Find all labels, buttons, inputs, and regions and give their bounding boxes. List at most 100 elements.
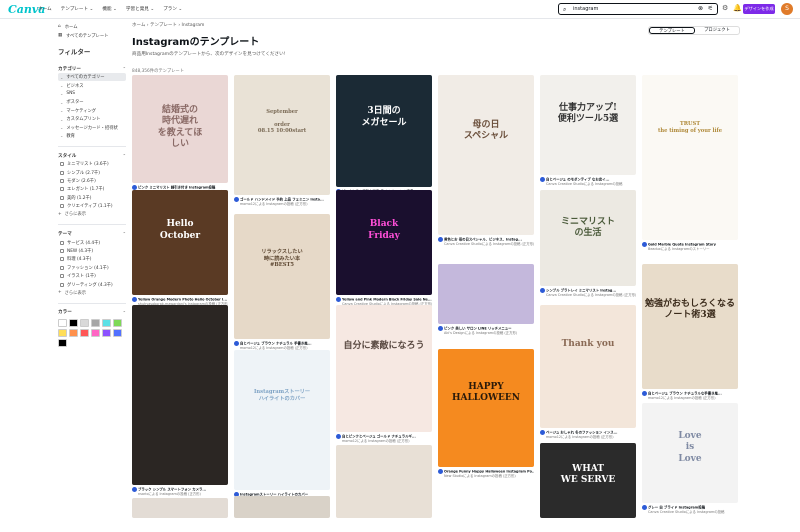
template-card[interactable]: Thank you ベージュ おしゃれ 冬のファッション インス... momo12… [540, 305, 636, 442]
color-section-header[interactable]: カラー ⌃ [58, 308, 126, 317]
nav-home[interactable]: ホーム [38, 6, 52, 12]
template-thumbnail[interactable]: TRUST the timing of your life [642, 75, 738, 240]
color-swatch[interactable] [58, 328, 67, 337]
filter-option[interactable]: クリエイティブ (1.1千) [58, 202, 126, 210]
sidebar-home[interactable]: ⌂ ホーム [58, 22, 126, 31]
nav-learn[interactable]: 学習と発見 ⌄ [126, 6, 154, 12]
filter-option[interactable]: モダン (2.6千) [58, 177, 126, 185]
template-card[interactable]: 勉強がおもしろくなる ノート術3選 白とベージュ ブラウン ナチュラルな手書き風.… [642, 264, 738, 403]
filter-option[interactable]: ファッション (4.1千) [58, 264, 126, 272]
filter-option[interactable]: サービス (4.4千) [58, 238, 126, 246]
template-thumbnail[interactable]: 3日間の メガセール [336, 75, 432, 187]
filter-option[interactable]: 料理 (4.3千) [58, 255, 126, 263]
template-card[interactable]: Love is Love グレー 白 ブライド Instagram投稿 Canva … [642, 403, 738, 517]
color-swatch[interactable] [58, 338, 67, 347]
template-card[interactable]: ピンク 美しい サロン LINE リッチメニュー Aki's Designによる … [438, 264, 534, 338]
filter-option[interactable]: ⌄ すべてのカテゴリー [58, 73, 126, 82]
template-card[interactable] [132, 498, 228, 532]
filter-option[interactable]: NEW (4.3千) [58, 247, 126, 255]
template-thumbnail[interactable]: September order 08.15 10:00start [234, 75, 330, 195]
template-thumbnail[interactable]: 母の日 スペシャル [438, 75, 534, 235]
template-thumbnail[interactable]: 仕事力アップ! 便利ツール5選 [540, 75, 636, 175]
template-card[interactable]: 母の日 スペシャル 黄色とお 母の日スペシャル、ビジネス、Instag... Can… [438, 75, 534, 249]
color-swatch[interactable] [113, 318, 122, 327]
color-swatch[interactable] [91, 328, 100, 337]
nav-features[interactable]: 機能 ⌄ [102, 6, 117, 12]
filter-option[interactable]: エレガント (1.7千) [58, 185, 126, 193]
color-swatch[interactable] [69, 328, 78, 337]
template-thumbnail[interactable]: 勉強がおもしろくなる ノート術3選 [642, 264, 738, 389]
settings-icon[interactable]: ⚙ [722, 4, 728, 12]
color-swatch[interactable] [91, 318, 100, 327]
filter-option[interactable]: ⌄ SNS [58, 90, 126, 98]
filter-section-header[interactable]: テーマ ⌃ [58, 229, 126, 238]
template-thumbnail[interactable]: 自分に素敵になろう [336, 305, 432, 432]
filter-section-header[interactable]: スタイル ⌃ [58, 151, 126, 160]
template-card[interactable]: 自分に素敵になろう 白とピンクとベージュ ゴールド ナチュラルギ... momo12… [336, 305, 432, 446]
template-card[interactable]: 仕事力アップ! 便利ツール5選 白とベージュ のモダンティブ なお店イ... Can… [540, 75, 636, 189]
page-title: Instagramのテンプレート [132, 37, 260, 48]
template-card[interactable]: リラックスしたい 時に読みたい本 #BEST5 白とベージュ ブラウン ナチュラル… [234, 214, 330, 353]
filter-option[interactable]: ⌄ ポスター [58, 98, 126, 106]
nav-plans[interactable]: プラン ⌄ [163, 6, 182, 12]
search-input[interactable]: ⌕ instagram ⊗ ⚟ [558, 3, 718, 15]
template-thumbnail[interactable] [234, 496, 330, 518]
filter-option[interactable]: ⌄ メッセージカード・招待状 [58, 123, 126, 131]
filter-option[interactable]: シンプル (2.7千) [58, 169, 126, 177]
filter-option[interactable]: ミニマリスト (3.6千) [58, 160, 126, 168]
template-thumbnail[interactable]: Hello October [132, 190, 228, 295]
template-thumbnail[interactable] [336, 445, 432, 518]
template-thumbnail[interactable]: ミニマリスト の生活 [540, 190, 636, 286]
nav-templates[interactable]: テンプレート ⌄ [61, 6, 94, 12]
template-thumbnail[interactable]: 結婚式の 時代遅れ を教えてほ しい [132, 75, 228, 183]
template-thumbnail[interactable] [132, 498, 228, 518]
avatar[interactable]: S [781, 3, 793, 15]
template-card[interactable]: Instagramストーリー ハイライトのカバー Instagramストーリー ハ… [234, 350, 330, 504]
color-swatch[interactable] [80, 318, 89, 327]
notifications-icon[interactable]: 🔔 [733, 4, 742, 12]
filter-option[interactable]: ⌄ マーケティング [58, 107, 126, 115]
filter-option[interactable]: 美的 (1.2千) [58, 194, 126, 202]
tab-projects[interactable]: プロジェクト [695, 27, 739, 34]
template-card[interactable]: September order 08.15 10:00start ゴールド ハンド… [234, 75, 330, 209]
template-thumbnail[interactable]: Love is Love [642, 403, 738, 503]
template-card[interactable]: 結婚式の 時代遅れ を教えてほ しい ピンク ミニマリスト 線引き付き Insta… [132, 75, 228, 197]
filter-option[interactable]: ⌄ カスタムプリント [58, 115, 126, 123]
template-thumbnail[interactable]: Instagramストーリー ハイライトのカバー [234, 350, 330, 490]
create-design-button[interactable]: デザインを作成 [743, 4, 775, 14]
filter-option[interactable]: ⌄ 教育 [58, 132, 126, 140]
color-swatch[interactable] [69, 318, 78, 327]
template-card[interactable]: ミニマリスト の生活 シンプル ブラトレイ ミニマリスト Instag... Can… [540, 190, 636, 300]
filter-option[interactable]: イラスト (1千) [58, 272, 126, 280]
filter-section-header[interactable]: カテゴリー ⌃ [58, 64, 126, 73]
template-thumbnail[interactable]: Black Friday [336, 190, 432, 295]
color-swatch[interactable] [113, 328, 122, 337]
sidebar-all-templates[interactable]: ▦ すべてのテンプレート [58, 31, 126, 40]
template-thumbnail[interactable]: HAPPY HALLOWEEN [438, 349, 534, 467]
template-card[interactable]: WHAT WE SERVE [540, 443, 636, 532]
show-more-link[interactable]: + さらに表示 [58, 210, 126, 218]
tab-templates[interactable]: テンプレート [649, 27, 695, 34]
template-card[interactable]: TRUST the timing of your life Gold Marble… [642, 75, 738, 254]
template-card[interactable] [234, 496, 330, 532]
color-swatch[interactable] [102, 328, 111, 337]
template-card[interactable]: Black Friday Yellow and Pink Modern Black… [336, 190, 432, 309]
color-swatch[interactable] [58, 318, 67, 327]
filter-option[interactable]: グリーティング (4.3千) [58, 280, 126, 288]
template-thumbnail[interactable]: WHAT WE SERVE [540, 443, 636, 518]
clear-icon[interactable]: ⊗ [698, 5, 703, 12]
template-thumbnail[interactable] [132, 305, 228, 485]
show-more-link[interactable]: + さらに表示 [58, 289, 126, 297]
template-card[interactable]: ブラック シンプル スマートフォン カメラ... nsarioによる Instag… [132, 305, 228, 499]
color-swatch[interactable] [102, 318, 111, 327]
template-card[interactable]: 3日間の メガセールピンクと白の素敵な写真 ラベル セール の商品...Canv… [336, 75, 432, 201]
template-card[interactable] [336, 445, 432, 532]
color-swatch[interactable] [80, 328, 89, 337]
template-card[interactable]: HAPPY HALLOWEEN Orange Funny Happy Hallow… [438, 349, 534, 481]
template-thumbnail[interactable] [438, 264, 534, 324]
template-thumbnail[interactable]: Thank you [540, 305, 636, 428]
template-thumbnail[interactable]: リラックスしたい 時に読みたい本 #BEST5 [234, 214, 330, 339]
template-card[interactable]: Hello October Yellow Orange Modern Photo … [132, 190, 228, 309]
filter-icon[interactable]: ⚟ [708, 5, 713, 12]
filter-option[interactable]: ⌄ ビジネス [58, 81, 126, 89]
